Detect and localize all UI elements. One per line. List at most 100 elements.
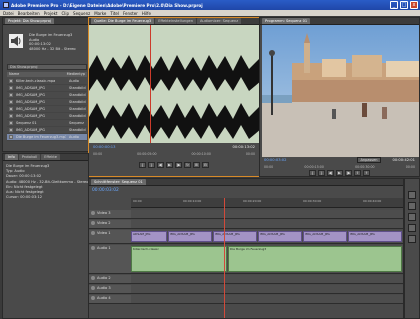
- list-item[interactable]: IMG_ADSAM_JPG Standbild: [7, 99, 87, 106]
- loop-button[interactable]: ↻: [184, 162, 191, 168]
- eye-icon[interactable]: [91, 211, 95, 215]
- audio-clip[interactable]: Killer-tech-classic: [131, 246, 227, 272]
- tab-program[interactable]: Programm: Sequenz 01: [262, 18, 311, 24]
- eye-icon[interactable]: [91, 231, 95, 235]
- set-out-button[interactable]: }: [148, 162, 155, 168]
- speaker-icon: [9, 34, 23, 48]
- set-in-button[interactable]: {: [139, 162, 146, 168]
- overlay-button[interactable]: ⊟: [202, 162, 209, 168]
- menu-file[interactable]: Datei: [3, 11, 14, 16]
- video-clip[interactable]: IMG_ADSAM_JPG: [213, 231, 257, 242]
- list-item[interactable]: Die Burge im Feuerzug3.mp3 Audio: [7, 134, 87, 141]
- step-back-button[interactable]: ◀|: [327, 170, 334, 176]
- list-item[interactable]: Sequenz 01 Sequenz: [7, 120, 87, 127]
- menu-clip[interactable]: Clip: [61, 11, 69, 16]
- timeline-ruler[interactable]: 00:00 00:00:10:00 00:00:20:00 00:00:30:0…: [131, 198, 403, 208]
- ripple-edit-tool-icon[interactable]: [408, 213, 416, 221]
- menu-bar: Datei Bearbeiten Projekt Clip Sequenz Ma…: [0, 10, 420, 16]
- col-name[interactable]: Name: [9, 72, 19, 77]
- video-clip[interactable]: IMG_ADSAM_JPG: [303, 231, 347, 242]
- menu-project[interactable]: Projekt: [44, 11, 58, 16]
- video-clip[interactable]: IMG_ADSAM_JPG: [258, 231, 302, 242]
- track-audio-3[interactable]: Audio 3: [89, 285, 403, 294]
- tab-timeline[interactable]: Schnittfenster: Sequenz 01: [91, 179, 146, 185]
- tab-audio-mixer[interactable]: Audiomixer: Sequenz: [196, 18, 242, 24]
- play-button[interactable]: ▶: [166, 162, 173, 168]
- speaker-icon[interactable]: [91, 246, 95, 250]
- maximize-button[interactable]: □: [400, 1, 408, 9]
- project-list-header: Name Medientyp: [7, 72, 87, 77]
- eye-icon[interactable]: [91, 221, 95, 225]
- image-file-icon: [9, 86, 13, 90]
- tab-info[interactable]: Info: [5, 154, 18, 160]
- lift-button[interactable]: ⇧: [354, 170, 361, 176]
- list-item[interactable]: IMG_ADSAM_JPG Standbild: [7, 106, 87, 113]
- tab-effects[interactable]: Effekte: [41, 154, 60, 160]
- project-search-field[interactable]: Dia Show.prproj: [7, 64, 87, 70]
- image-file-icon: [9, 93, 13, 97]
- zoom-tool-icon[interactable]: [408, 235, 416, 243]
- tab-project[interactable]: Projekt: Dia Show.prproj: [5, 18, 55, 24]
- window-title: Adobe Premiere Pro - D:\Eigene Dateien\A…: [11, 2, 203, 8]
- clip-name: Die Burge im Feuerzug3: [29, 33, 73, 37]
- info-tabbar: Info Protokoll Effekte: [3, 154, 88, 161]
- menu-marker[interactable]: Marke: [94, 11, 106, 16]
- track-audio-2[interactable]: Audio 2: [89, 275, 403, 284]
- track-select-tool-icon[interactable]: [408, 202, 416, 210]
- menu-title[interactable]: Titel: [110, 11, 119, 16]
- menu-help[interactable]: Hilfe: [142, 11, 151, 16]
- list-item[interactable]: IMG_ADSAM_JPG Standbild: [7, 85, 87, 92]
- menu-sequence[interactable]: Sequenz: [73, 11, 90, 16]
- step-forward-button[interactable]: |▶: [175, 162, 182, 168]
- menu-window[interactable]: Fenster: [123, 11, 138, 16]
- source-tabbar: Quelle: Die Burge im Feuerzug3 Effektein…: [89, 18, 259, 25]
- speaker-icon[interactable]: [91, 276, 95, 280]
- track-video-1[interactable]: Video 1 ADSAM_JPG IMG_ADSAM_JPG IMG_ADSA…: [89, 230, 403, 244]
- set-out-button[interactable]: }: [318, 170, 325, 176]
- video-clip[interactable]: ADSAM_JPG: [131, 231, 167, 242]
- timeline-playhead[interactable]: [224, 198, 225, 318]
- source-transport-controls: { } ◀| ▶ |▶ ↻ ⊞ ⊟: [89, 158, 259, 172]
- menu-edit[interactable]: Bearbeiten: [18, 11, 40, 16]
- program-video-frame: [262, 25, 419, 157]
- list-item[interactable]: IMG_ADSAM_JPG Standbild: [7, 127, 87, 134]
- track-video-2[interactable]: Video 2: [89, 220, 403, 229]
- step-back-button[interactable]: ◀|: [157, 162, 164, 168]
- insert-button[interactable]: ⊞: [193, 162, 200, 168]
- video-clip[interactable]: IMG_ADSAM_JPG: [348, 231, 402, 242]
- close-button[interactable]: x: [410, 1, 418, 9]
- zoom-fit-dropdown[interactable]: Anpassen: [357, 157, 381, 163]
- minimize-button[interactable]: _: [390, 1, 398, 9]
- source-ruler[interactable]: 00:00 00:00:05:00 00:00:10:00 00:00: [89, 151, 259, 157]
- project-preview: Die Burge im Feuerzug3 Audio 00:00:13:02…: [7, 30, 87, 62]
- speaker-icon[interactable]: [91, 296, 95, 300]
- step-forward-button[interactable]: |▶: [345, 170, 352, 176]
- tab-source[interactable]: Quelle: Die Burge im Feuerzug3: [91, 18, 155, 24]
- list-item[interactable]: IMG_ADSAM_JPG Standbild: [7, 113, 87, 120]
- speaker-icon[interactable]: [91, 286, 95, 290]
- set-in-button[interactable]: {: [309, 170, 316, 176]
- image-file-icon: [9, 128, 13, 132]
- track-audio-4[interactable]: Audio 4: [89, 295, 403, 304]
- timeline-timecode[interactable]: 00:00:03:02: [92, 188, 119, 193]
- list-item[interactable]: Killer-tech-classic.mpa Audio: [7, 78, 87, 85]
- audio-waveform: [89, 55, 259, 139]
- extract-button[interactable]: ⇪: [363, 170, 370, 176]
- col-type[interactable]: Medientyp: [67, 72, 85, 77]
- audio-clip[interactable]: Die Burge im Feuerzug3: [228, 246, 402, 272]
- source-playhead[interactable]: [150, 25, 151, 143]
- track-video-3[interactable]: Video 3: [89, 210, 403, 219]
- razor-tool-icon[interactable]: [408, 224, 416, 232]
- timeline-panel: Schnittfenster: Sequenz 01 00:00:03:02 0…: [88, 178, 404, 319]
- source-current-timecode[interactable]: 00:00:00:13: [93, 145, 116, 149]
- tab-effect-controls[interactable]: Effekteinstellungen: [155, 18, 196, 24]
- track-audio-1[interactable]: Audio 1 Killer-tech-classic Die Burge im…: [89, 245, 403, 274]
- play-button[interactable]: ▶: [336, 170, 343, 176]
- image-file-icon: [9, 114, 13, 118]
- tab-history[interactable]: Protokoll: [18, 154, 41, 160]
- project-item-list: Killer-tech-classic.mpa Audio IMG_ADSAM_J…: [7, 78, 87, 141]
- video-clip[interactable]: IMG_ADSAM_JPG: [168, 231, 212, 242]
- selection-tool-icon[interactable]: [408, 191, 416, 199]
- program-current-timecode[interactable]: 00:00:03:02: [264, 158, 287, 162]
- list-item[interactable]: IMG_ADSAM_JPG Standbild: [7, 92, 87, 99]
